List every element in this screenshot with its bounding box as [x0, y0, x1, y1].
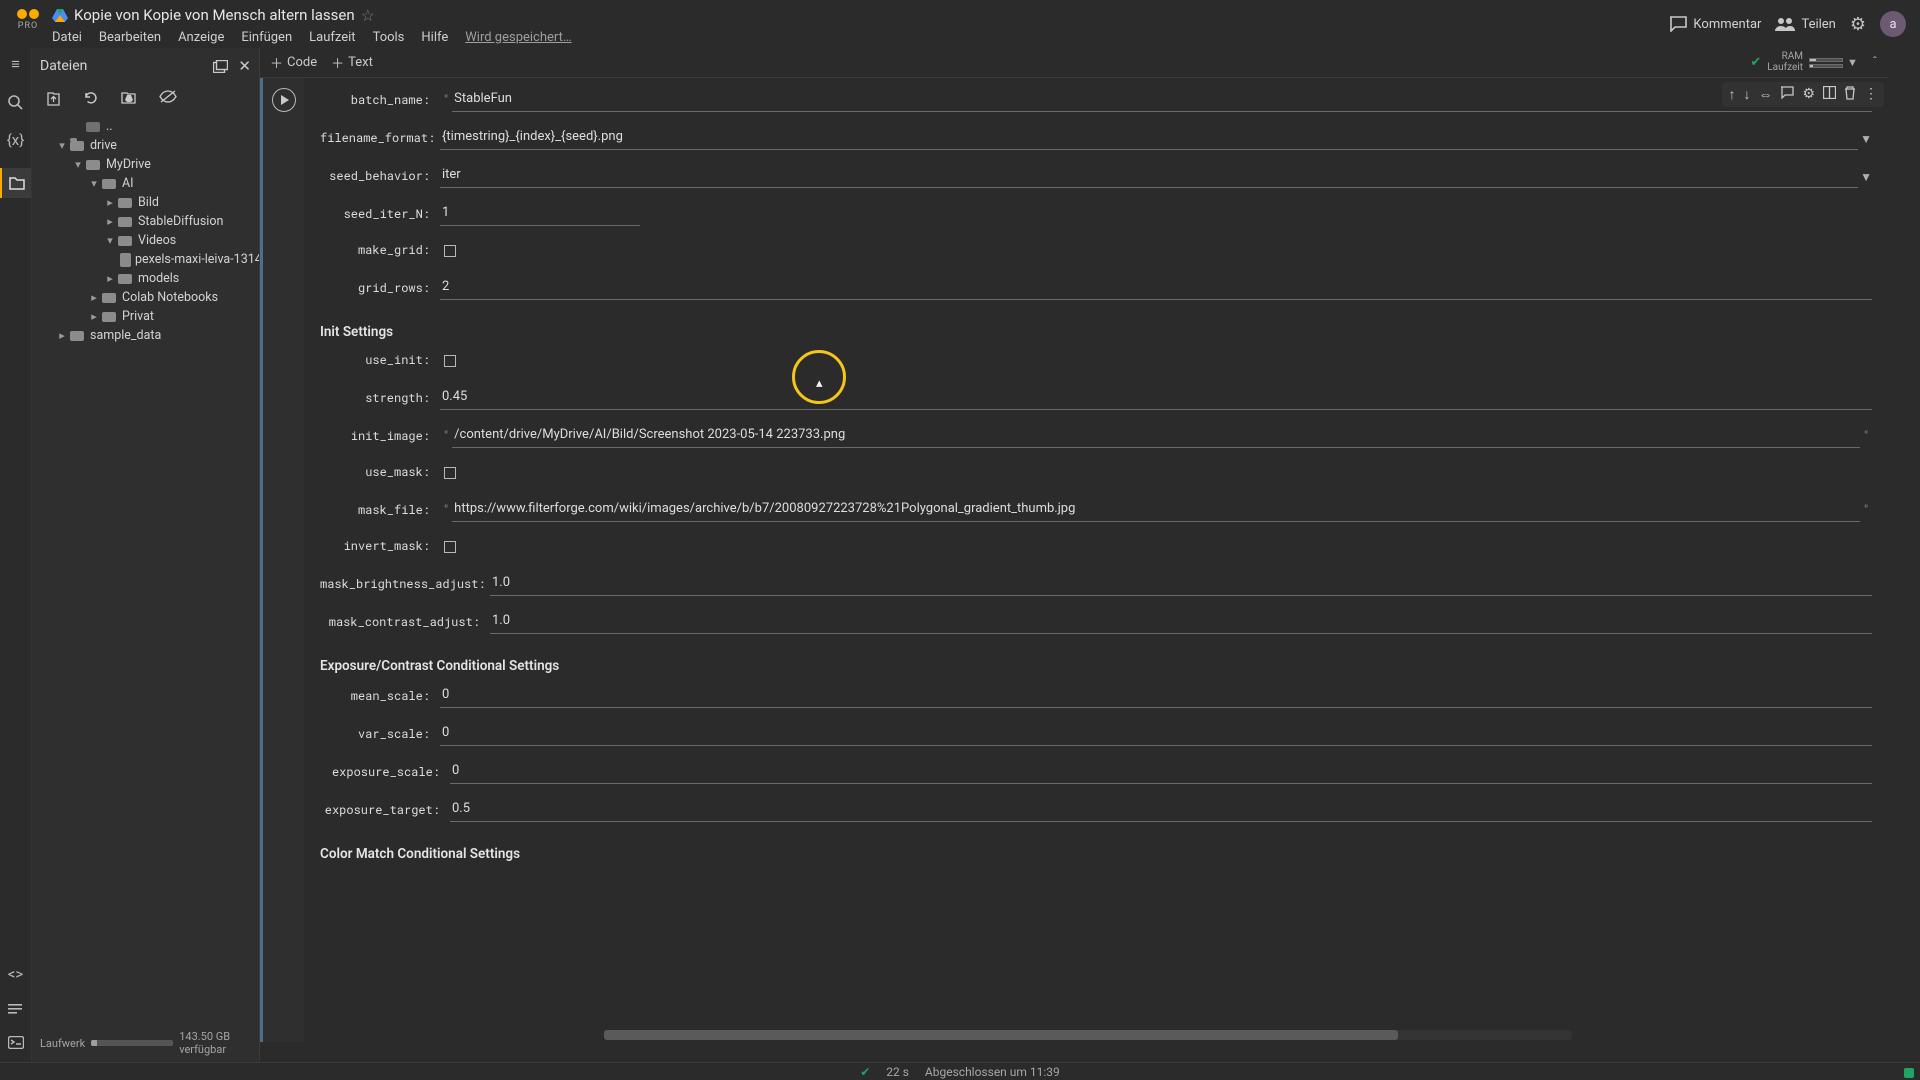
search-icon[interactable]	[6, 92, 26, 112]
exposure-scale-input[interactable]	[450, 762, 1872, 779]
delete-cell-icon[interactable]	[1844, 86, 1856, 103]
seed-behavior-select[interactable]	[440, 166, 1858, 183]
mask-brightness-input[interactable]	[490, 574, 1872, 591]
chevron-down-icon[interactable]: ▼	[1860, 132, 1872, 150]
grid-rows-input[interactable]	[440, 278, 1872, 295]
files-icon[interactable]	[0, 168, 31, 198]
toc-icon[interactable]: ≡	[6, 54, 26, 74]
upload-icon[interactable]	[46, 90, 61, 107]
filename-format-input[interactable]	[440, 128, 1858, 145]
status-done: Abgeschlossen um 11:39	[925, 1065, 1060, 1079]
save-status: Wird gespeichert…	[465, 30, 571, 45]
resource-dropdown-icon[interactable]: ▼	[1847, 56, 1858, 69]
mask-file-input[interactable]	[452, 500, 1860, 517]
share-button[interactable]: Teilen	[1775, 17, 1835, 32]
settings-icon[interactable]: ⚙	[1850, 14, 1866, 35]
mean-scale-input[interactable]	[440, 686, 1872, 703]
mirror-icon[interactable]	[1823, 86, 1836, 103]
status-bar: ✔ 22 s Abgeschlossen um 11:39	[0, 1062, 1920, 1080]
cell-action-bar: ↑ ↓ ⇔ ⚙ ⋮	[1722, 82, 1884, 107]
connection-indicator	[1904, 1068, 1914, 1078]
batch-name-input[interactable]	[452, 90, 1872, 107]
resource-indicator[interactable]: RAMLaufzeit ▼	[1767, 52, 1858, 73]
status-check-icon: ✔	[860, 1065, 870, 1079]
add-text-button[interactable]: ＋Text	[331, 53, 373, 72]
right-rail	[1888, 48, 1920, 1062]
section-exposure: Exposure/Contrast Conditional Settings	[320, 658, 1872, 674]
init-image-input[interactable]	[452, 426, 1860, 443]
menu-runtime[interactable]: Laufzeit	[309, 30, 355, 45]
exposure-target-input[interactable]	[450, 800, 1872, 817]
code-icon[interactable]: <>	[6, 964, 26, 984]
avatar[interactable]: a	[1880, 11, 1906, 37]
doc-title[interactable]: Kopie von Kopie von Mensch altern lassen	[74, 6, 355, 24]
menu-edit[interactable]: Bearbeiten	[99, 30, 161, 45]
notebook-scroll[interactable]: ↑ ↓ ⇔ ⚙ ⋮ batch_name: " filename_format:…	[260, 78, 1888, 1062]
notebook-toolbar: ＋Code ＋Text ✔ RAMLaufzeit ▼ ˆ	[260, 48, 1888, 78]
seed-iter-n-input[interactable]	[440, 204, 640, 221]
terminal-icon[interactable]	[6, 1032, 26, 1052]
menu-view[interactable]: Anzeige	[178, 30, 224, 45]
menu-insert[interactable]: Einfügen	[241, 30, 292, 45]
files-panel: Dateien ✕ .. ▾drive ▾MyDrive ▾AI	[32, 48, 260, 1062]
hide-hidden-icon[interactable]	[159, 90, 177, 107]
menu-tools[interactable]: Tools	[373, 30, 405, 45]
refresh-icon[interactable]	[83, 90, 98, 107]
section-init: Init Settings	[320, 324, 1872, 340]
files-title: Dateien	[40, 58, 203, 74]
menu-help[interactable]: Hilfe	[421, 30, 448, 45]
app-header: PRO Kopie von Kopie von Mensch altern la…	[0, 0, 1920, 48]
form-cell: ↑ ↓ ⇔ ⚙ ⋮ batch_name: " filename_format:…	[260, 78, 1888, 1042]
drive-icon	[52, 8, 68, 22]
terminal-output-icon[interactable]	[6, 998, 26, 1018]
people-icon	[1775, 17, 1795, 31]
run-cell-button[interactable]	[272, 88, 296, 112]
collapse-header-icon[interactable]: ˆ	[1872, 55, 1878, 70]
link-icon[interactable]: ⇔	[1758, 86, 1772, 103]
strength-input[interactable]	[440, 388, 1872, 405]
star-icon[interactable]: ☆	[361, 6, 375, 25]
comment-cell-icon[interactable]	[1780, 86, 1794, 103]
connected-check-icon: ✔	[1750, 55, 1761, 70]
cell-settings-icon[interactable]: ⚙	[1802, 86, 1815, 103]
close-panel-icon[interactable]: ✕	[238, 57, 251, 75]
add-code-button[interactable]: ＋Code	[270, 53, 317, 72]
use-init-checkbox[interactable]	[444, 355, 456, 367]
colab-logo: PRO	[10, 4, 46, 36]
comment-button[interactable]: Kommentar	[1669, 16, 1761, 32]
file-tree[interactable]: .. ▾drive ▾MyDrive ▾AI ▸Bild ▸StableDiff…	[32, 115, 259, 1026]
var-scale-input[interactable]	[440, 724, 1872, 741]
cell-more-icon[interactable]: ⋮	[1864, 86, 1878, 103]
make-grid-checkbox[interactable]	[444, 245, 456, 257]
menu-file[interactable]: Datei	[52, 30, 82, 45]
variables-icon[interactable]: {x}	[6, 130, 26, 150]
notebook-area: ＋Code ＋Text ✔ RAMLaufzeit ▼ ˆ ↑ ↓	[260, 48, 1888, 1062]
mask-contrast-input[interactable]	[490, 612, 1872, 629]
left-rail: ≡ {x} <>	[0, 48, 32, 1062]
mount-drive-icon[interactable]	[120, 90, 137, 107]
move-down-icon[interactable]: ↓	[1743, 86, 1750, 103]
move-up-icon[interactable]: ↑	[1728, 86, 1735, 103]
chevron-down-icon[interactable]: ▼	[1860, 170, 1872, 188]
section-color: Color Match Conditional Settings	[320, 846, 1872, 862]
menu-bar: Datei Bearbeiten Anzeige Einfügen Laufze…	[52, 26, 1669, 48]
status-elapsed: 22 s	[886, 1065, 909, 1079]
invert-mask-checkbox[interactable]	[444, 541, 456, 553]
horizontal-scrollbar[interactable]	[604, 1030, 1572, 1040]
new-window-icon[interactable]	[213, 60, 228, 73]
storage-row: Laufwerk 143.50 GB verfügbar	[32, 1026, 259, 1062]
use-mask-checkbox[interactable]	[444, 467, 456, 479]
comment-icon	[1669, 16, 1687, 32]
